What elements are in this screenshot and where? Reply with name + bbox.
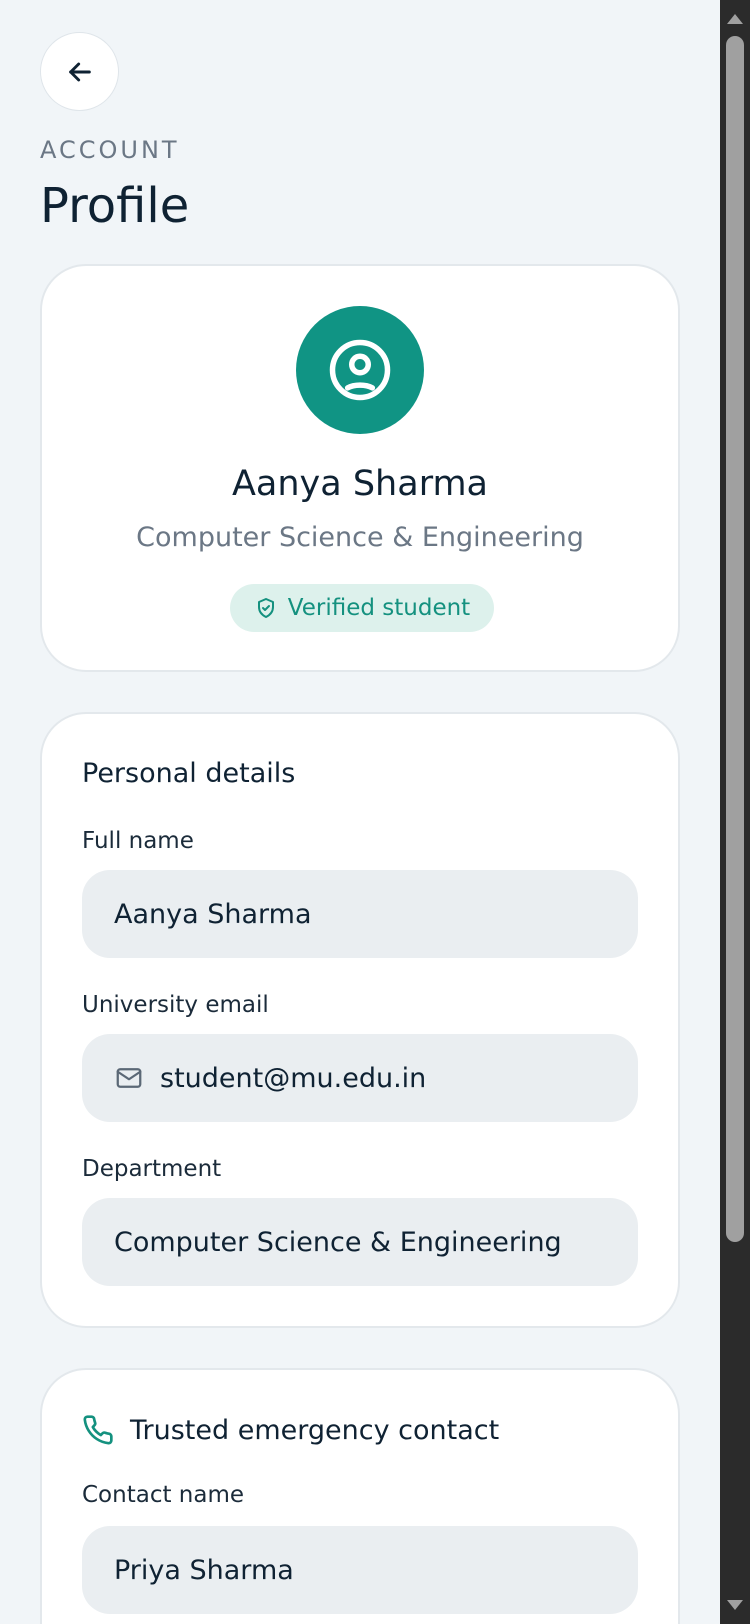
verified-badge: Verified student bbox=[230, 584, 494, 632]
contact-name-field[interactable]: Priya Sharma bbox=[82, 1526, 638, 1614]
profile-summary-card: Aanya Sharma Computer Science & Engineer… bbox=[40, 264, 680, 672]
profile-name: Aanya Sharma bbox=[231, 464, 489, 504]
full-name-value: Aanya Sharma bbox=[114, 898, 312, 930]
shield-check-icon bbox=[257, 598, 274, 618]
department-label: Department bbox=[82, 1156, 222, 1182]
vertical-scrollbar[interactable] bbox=[720, 0, 750, 1624]
email-value: student@mu.edu.in bbox=[160, 1062, 427, 1094]
emergency-contact-card: Trusted emergency contact Contact name P… bbox=[40, 1368, 680, 1624]
emergency-contact-title: Trusted emergency contact bbox=[130, 1414, 500, 1446]
contact-name-label: Contact name bbox=[82, 1482, 245, 1508]
profile-page: ACCOUNT Profile Aanya Sharma Computer Sc… bbox=[0, 0, 720, 1624]
emergency-contact-heading: Trusted emergency contact bbox=[82, 1414, 499, 1446]
email-field[interactable]: student@mu.edu.in bbox=[82, 1034, 638, 1122]
full-name-field[interactable]: Aanya Sharma bbox=[82, 870, 638, 958]
user-circle-icon bbox=[329, 339, 391, 401]
mail-icon bbox=[116, 1068, 142, 1088]
section-eyebrow: ACCOUNT bbox=[40, 136, 180, 164]
scroll-down-arrow-icon[interactable] bbox=[727, 1600, 743, 1610]
personal-details-title: Personal details bbox=[82, 758, 296, 789]
personal-details-card: Personal details Full name Aanya Sharma … bbox=[40, 712, 680, 1328]
phone-icon bbox=[83, 1415, 113, 1445]
arrow-left-icon bbox=[68, 62, 91, 81]
scroll-up-arrow-icon[interactable] bbox=[727, 14, 743, 24]
contact-name-value: Priya Sharma bbox=[114, 1554, 294, 1586]
page-title: Profile bbox=[40, 178, 190, 234]
department-value: Computer Science & Engineering bbox=[114, 1226, 562, 1258]
scrollbar-thumb[interactable] bbox=[726, 36, 744, 1242]
avatar bbox=[296, 306, 424, 434]
verified-badge-label: Verified student bbox=[287, 595, 471, 621]
full-name-label: Full name bbox=[82, 828, 194, 854]
department-field[interactable]: Computer Science & Engineering bbox=[82, 1198, 638, 1286]
email-label: University email bbox=[82, 992, 269, 1018]
profile-department: Computer Science & Engineering bbox=[136, 522, 584, 553]
back-button[interactable] bbox=[40, 32, 119, 111]
